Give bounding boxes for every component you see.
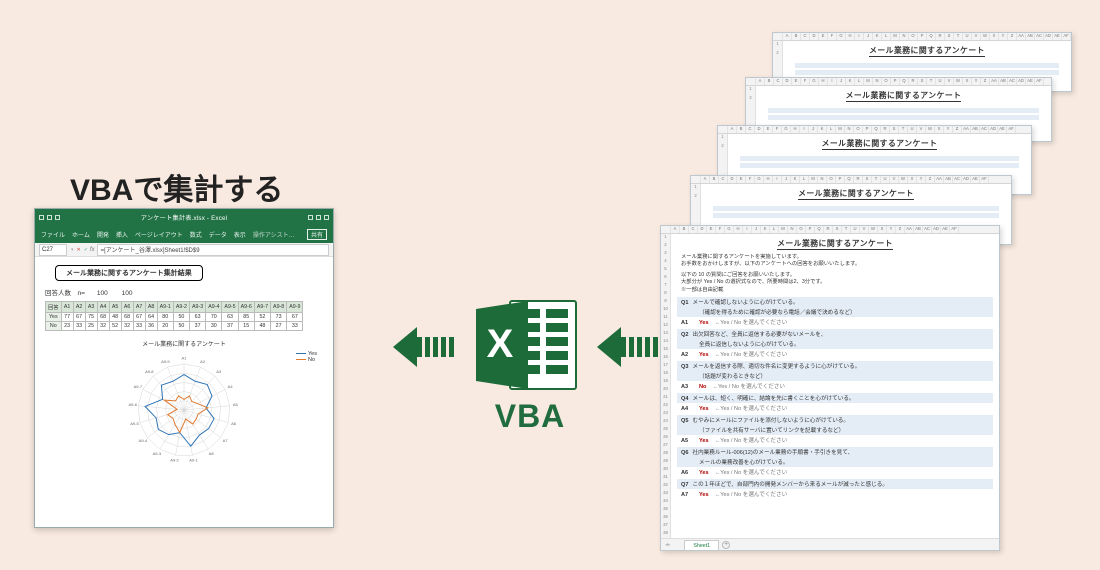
survey-questions: Q1メールで確認しないように心がけている。 （確認を得るために確認が必要なら電話…: [677, 297, 993, 501]
tab-file[interactable]: ファイル: [41, 230, 65, 239]
survey-title: メール業務に関するアンケート: [869, 45, 985, 57]
radar-title: メール業務に関するアンケート: [45, 339, 323, 348]
window-close-icon[interactable]: [324, 215, 329, 220]
tab-layout[interactable]: ページレイアウト: [135, 230, 183, 239]
window-min-icon[interactable]: [308, 215, 313, 220]
radar-legend: Yes No: [296, 351, 317, 363]
respondent-count: 回答人数 n=100 100: [45, 287, 323, 297]
svg-text:A7: A7: [223, 438, 229, 443]
arrow-right-icon: [597, 323, 663, 371]
tell-me[interactable]: 操作アシスト…: [253, 230, 295, 239]
column-headers: ABCDEFGHIJKLMNOPQRSTUVWXYZAAABACADAEAF: [661, 226, 999, 234]
survey-title: メール業務に関するアンケート: [777, 238, 893, 250]
svg-text:A9-4: A9-4: [139, 438, 148, 443]
tab-home[interactable]: ホーム: [72, 230, 90, 239]
share-button[interactable]: 共有: [307, 229, 327, 240]
ribbon-btn[interactable]: [39, 215, 44, 220]
radar-svg: A1 A2 A3 A4 A5 A6 A7 A8 A9-1 A9-2 A9-3 A9-4 A9-5 A9-6…: [104, 350, 264, 462]
svg-text:X: X: [487, 322, 514, 366]
survey-sheet-front: ABCDEFGHIJKLMNOPQRSTUVWXYZAAABACADAEAF 1…: [660, 225, 1000, 551]
tab-data[interactable]: データ: [209, 230, 227, 239]
fx-icon: fx: [90, 247, 95, 253]
survey-title: メール業務に関するアンケート: [822, 138, 938, 150]
svg-text:A2: A2: [200, 359, 206, 364]
column-headers: ABCDEFGHIJKLMNOPQRSTUVWXYZAAABACADAEAF: [773, 33, 1071, 41]
window-max-icon[interactable]: [316, 215, 321, 220]
arrow-left-icon: [393, 323, 459, 371]
worksheet-area: メール業務に関するアンケート集計結果 回答人数 n=100 100 回答A1A2…: [35, 257, 333, 469]
radar-chart: メール業務に関するアンケート Yes No A1 A2 A3 A4 A5 A6 A7 A8 A9…: [45, 339, 323, 469]
svg-text:A9-2: A9-2: [170, 458, 179, 462]
svg-text:A3: A3: [216, 369, 222, 374]
tab-dev[interactable]: 開発: [97, 230, 109, 239]
new-sheet-button[interactable]: +: [722, 541, 730, 549]
svg-text:A5: A5: [233, 402, 239, 407]
svg-text:A1: A1: [182, 355, 188, 360]
excel-ribbon: アンケート集計表.xlsx - Excel ファイル ホーム 開発 挿入 ページ…: [35, 209, 333, 243]
svg-text:A8: A8: [209, 451, 215, 456]
result-title: メール業務に関するアンケート集計結果: [55, 265, 203, 281]
survey-title: メール業務に関するアンケート: [846, 90, 962, 102]
svg-text:A9-1: A9-1: [189, 458, 198, 462]
vba-label: VBA: [480, 398, 580, 435]
ribbon-btn[interactable]: [47, 215, 52, 220]
svg-text:A9-7: A9-7: [134, 384, 143, 389]
formula-bar: C27 ▾ ✕ ✓ fx =[アンケート_谷澤.xlsx]Sheet1!$D$9: [35, 243, 333, 257]
svg-text:A9-3: A9-3: [153, 451, 162, 456]
sheet-tab-bar: ◂▸ Sheet1 +: [661, 538, 999, 550]
sheet-tab[interactable]: Sheet1: [684, 540, 719, 550]
tab-insert[interactable]: 挿入: [116, 230, 128, 239]
svg-text:A9-5: A9-5: [130, 421, 139, 426]
column-headers: ABCDEFGHIJKLMNOPQRSTUVWXYZAAABACADAEAF: [718, 126, 1031, 134]
ribbon-tabs: ファイル ホーム 開発 挿入 ページレイアウト 数式 データ 表示 操作アシスト…: [35, 225, 333, 243]
svg-text:A6: A6: [231, 421, 237, 426]
tab-view[interactable]: 表示: [234, 230, 246, 239]
excel-logo-icon: X: [472, 295, 582, 395]
formula-input[interactable]: =[アンケート_谷澤.xlsx]Sheet1!$D$9: [97, 244, 329, 256]
row-headers: 1234567891011121314151617181920212223242…: [661, 234, 671, 550]
result-table: 回答A1A2A3A4A5A6A7A8A9-1A9-2A9-3A9-4A9-5A9…: [45, 301, 303, 331]
svg-text:A9-9: A9-9: [161, 359, 170, 364]
survey-title: メール業務に関するアンケート: [798, 188, 914, 200]
svg-text:A9-6: A9-6: [128, 402, 137, 407]
window-title: アンケート集計表.xlsx - Excel: [63, 213, 305, 222]
survey-intro: メール業務に関するアンケートを実施しています。お手数をおかけしますが、以下のアン…: [677, 254, 993, 297]
column-headers: ABCDEFGHIJKLMNOPQRSTUVWXYZAAABACADAEAF: [746, 78, 1051, 86]
column-headers: ABCDEFGHIJKLMNOPQRSTUVWXYZAAABACADAEAF: [691, 176, 1011, 184]
svg-text:A4: A4: [228, 384, 234, 389]
ribbon-btn[interactable]: [55, 215, 60, 220]
page-heading: VBAで集計する: [70, 165, 283, 209]
name-box[interactable]: C27: [39, 244, 67, 256]
svg-text:A9-8: A9-8: [145, 369, 154, 374]
tab-formula[interactable]: 数式: [190, 230, 202, 239]
result-workbook: アンケート集計表.xlsx - Excel ファイル ホーム 開発 挿入 ページ…: [34, 208, 334, 528]
